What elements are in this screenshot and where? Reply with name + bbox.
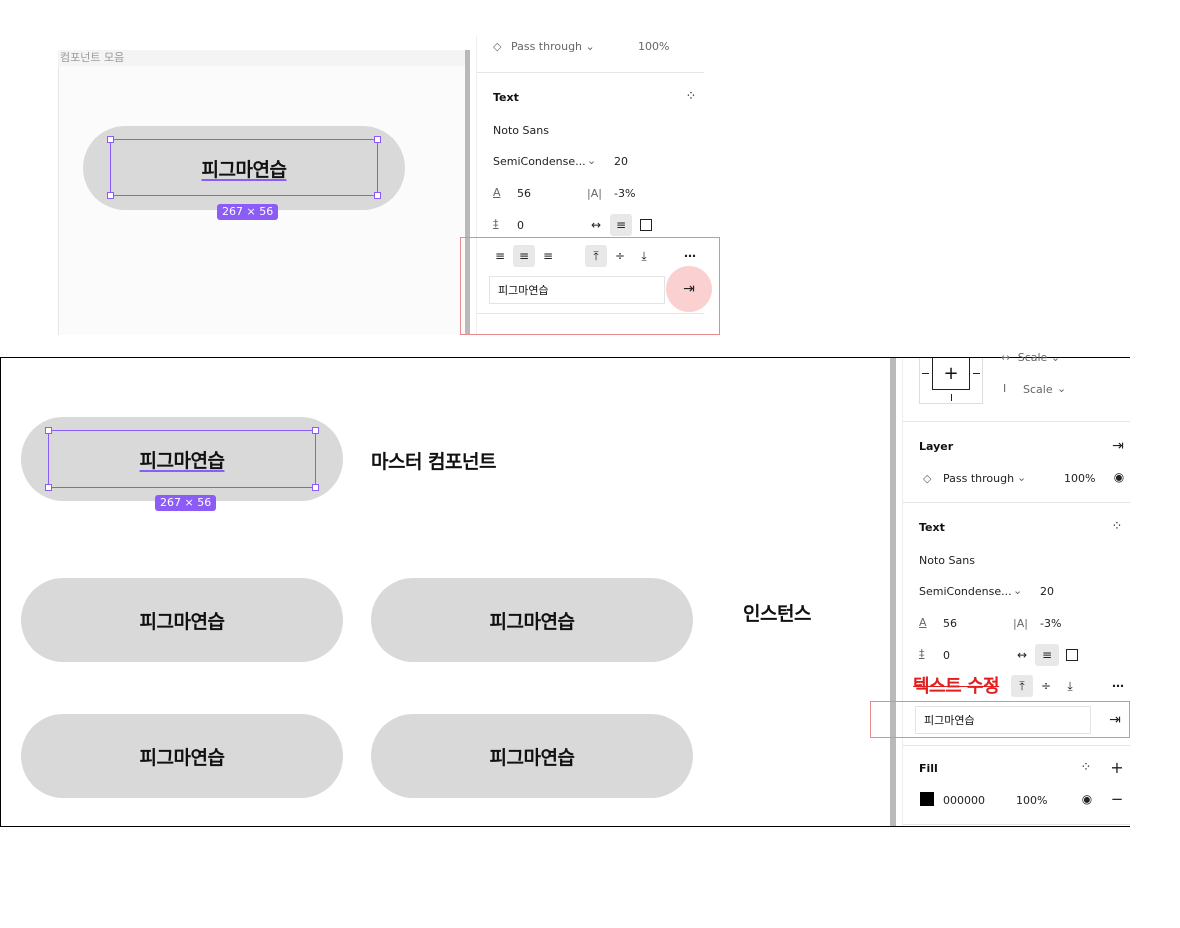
auto-height-icon[interactable]: ≡ — [1035, 644, 1059, 666]
selection-handle[interactable] — [312, 484, 319, 491]
align-middle-icon[interactable]: ÷ — [1035, 675, 1057, 697]
top-canvas-label: 컴포넌트 모음 — [58, 50, 465, 66]
constraint-right-tick — [973, 373, 980, 374]
instances-label: 인스턴스 — [743, 603, 811, 625]
instance-button-text: 피그마연습 — [139, 610, 225, 633]
chevron-down-icon: ⌄ — [1050, 351, 1061, 364]
top-text-section-title: Text — [493, 91, 519, 104]
auto-width-icon[interactable]: ↔ — [1013, 646, 1031, 664]
bottom-panel-divider — [890, 358, 896, 826]
fixed-size-icon[interactable] — [1063, 646, 1081, 664]
top-layer-row[interactable]: ◇ Pass through ⌄ 100% — [493, 40, 693, 54]
styles-grid-icon[interactable]: ⁘ — [1109, 518, 1125, 534]
fill-color-swatch[interactable] — [920, 792, 934, 806]
constraint-v-value[interactable]: Scale — [1023, 383, 1053, 396]
opacity-drop-icon: ◇ — [493, 40, 502, 53]
horizontal-constraint-icon: ↔ — [1001, 351, 1011, 364]
align-top-icon[interactable]: ⤒ — [1011, 675, 1033, 697]
eye-icon[interactable]: ◉ — [1078, 791, 1096, 807]
constraint-h-row[interactable]: ↔ Scale ⌄ — [1001, 351, 1060, 365]
top-layer-opacity: 100% — [638, 40, 670, 53]
selection-handle[interactable] — [374, 192, 381, 199]
chevron-down-icon: ⌄ — [1013, 584, 1023, 597]
chevron-down-icon: ⌄ — [587, 154, 597, 167]
line-height[interactable]: 56 — [943, 617, 957, 630]
plus-icon: + — [943, 363, 959, 384]
auto-width-icon[interactable]: ↔ — [587, 216, 605, 234]
instance-button[interactable]: 피그마연습 — [21, 714, 343, 798]
top-font-style[interactable]: SemiCondense... — [493, 155, 586, 168]
top-selection-box[interactable] — [107, 136, 381, 199]
fill-hex-value[interactable]: 000000 — [943, 794, 985, 807]
instance-button-text: 피그마연습 — [489, 610, 575, 633]
selection-handle[interactable] — [45, 484, 52, 491]
master-dimension-badge: 267 × 56 — [155, 495, 217, 511]
divider — [903, 421, 1130, 422]
master-selection-box[interactable] — [45, 427, 319, 491]
instance-button[interactable]: 피그마연습 — [371, 714, 693, 798]
constraint-bottom-tick — [951, 394, 952, 401]
chevron-down-icon: ⌄ — [1017, 471, 1027, 484]
layer-blend-mode[interactable]: Pass through — [943, 472, 1014, 485]
font-size[interactable]: 20 — [1040, 585, 1054, 598]
add-fill-icon[interactable]: + — [1108, 758, 1126, 777]
letter-spacing-icon: |A| — [587, 187, 602, 200]
remove-fill-icon[interactable]: − — [1108, 790, 1126, 808]
fill-opacity[interactable]: 100% — [1016, 794, 1047, 807]
constraint-h-value: Scale — [1017, 351, 1048, 364]
text-section-title: Text — [919, 521, 945, 534]
bottom-text-highlight-rect — [870, 701, 1130, 738]
top-paragraph-spacing[interactable]: 0 — [517, 219, 524, 232]
selection-handle[interactable] — [45, 427, 52, 434]
chevron-down-icon: ⌄ — [585, 40, 595, 53]
layer-section-title: Layer — [919, 440, 954, 453]
layer-opacity[interactable]: 100% — [1064, 472, 1095, 485]
styles-grid-icon[interactable]: ⁘ — [1078, 759, 1094, 775]
fill-section-title: Fill — [919, 762, 938, 775]
instance-button[interactable]: 피그마연습 — [371, 578, 693, 662]
font-family[interactable]: Noto Sans — [919, 554, 975, 567]
divider — [903, 502, 1130, 503]
instance-button-text: 피그마연습 — [139, 746, 225, 769]
divider — [903, 745, 1130, 746]
instance-button-text: 피그마연습 — [489, 746, 575, 769]
letter-spacing-icon: |A| — [1013, 617, 1028, 630]
selection-handle[interactable] — [107, 136, 114, 143]
top-font-size[interactable]: 20 — [614, 155, 628, 168]
selection-handle[interactable] — [107, 192, 114, 199]
selection-handle[interactable] — [374, 136, 381, 143]
top-text-highlight-rect — [460, 237, 720, 335]
top-letter-spacing[interactable]: -3% — [614, 187, 635, 200]
paragraph-spacing[interactable]: 0 — [943, 649, 950, 662]
text-edit-annotation: 텍스트 수정 — [913, 676, 1000, 697]
top-layer-blend: Pass through — [510, 40, 583, 53]
selection-handle[interactable] — [312, 427, 319, 434]
more-options-icon[interactable]: ⋯ — [1107, 675, 1129, 697]
styles-grid-icon[interactable]: ⁘ — [683, 88, 699, 104]
paragraph-spacing-icon: ‡ — [493, 217, 499, 230]
divider — [903, 824, 1130, 825]
constraints-inner-box[interactable]: + — [932, 358, 970, 390]
chevron-down-icon: ⌄ — [1057, 382, 1067, 395]
eye-icon[interactable]: ◉ — [1110, 469, 1128, 485]
bottom-properties-panel: + ↔ Scale ⌄ I Scale ⌄ Layer ⇥ ◇ Pass thr… — [902, 351, 1130, 826]
fixed-size-icon[interactable] — [637, 216, 655, 234]
font-style[interactable]: SemiCondense... — [919, 585, 1012, 598]
paragraph-spacing-icon: ‡ — [919, 647, 925, 660]
line-height-icon: A — [919, 616, 927, 629]
opacity-drop-icon: ◇ — [923, 472, 932, 485]
align-bottom-icon[interactable]: ⤓ — [1059, 675, 1081, 697]
top-line-height[interactable]: 56 — [517, 187, 531, 200]
auto-height-icon[interactable]: ≡ — [610, 214, 632, 236]
go-to-main-component-icon[interactable]: ⇥ — [1108, 438, 1128, 454]
divider — [477, 72, 704, 73]
master-component-label: 마스터 컴포넌트 — [371, 451, 496, 473]
instance-button[interactable]: 피그마연습 — [21, 578, 343, 662]
line-height-icon: A — [493, 186, 501, 199]
vertical-constraint-icon: I — [1003, 382, 1007, 395]
constraint-left-tick — [922, 373, 929, 374]
top-font-family[interactable]: Noto Sans — [493, 124, 549, 137]
letter-spacing[interactable]: -3% — [1040, 617, 1061, 630]
top-dimension-badge: 267 × 56 — [217, 204, 279, 220]
